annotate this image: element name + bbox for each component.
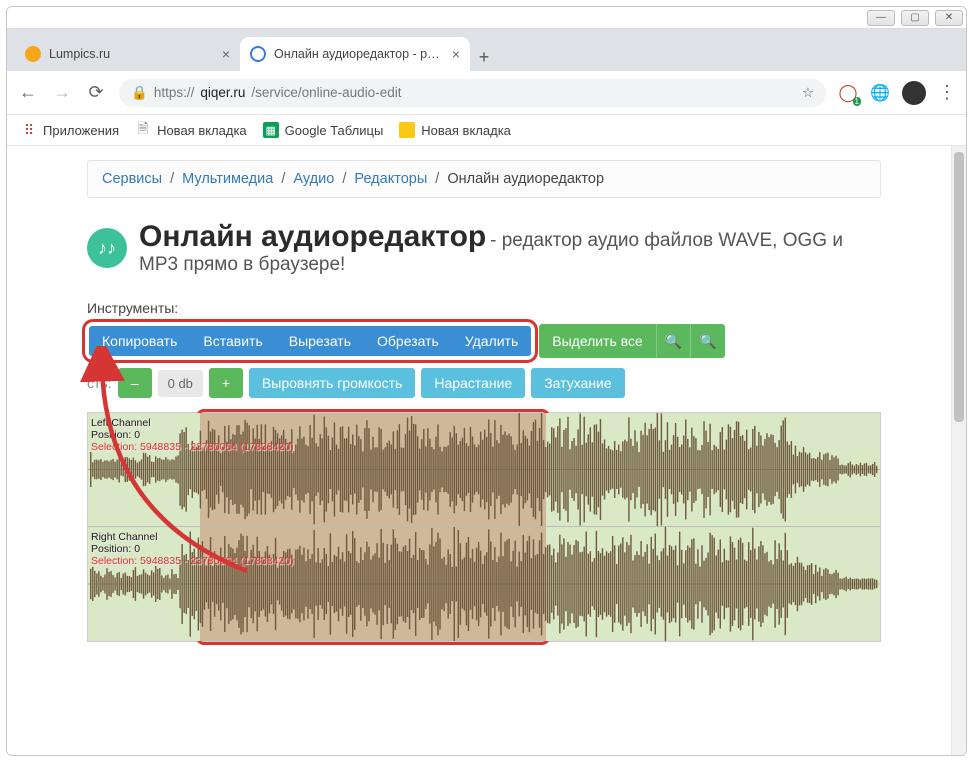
bookmark-apps[interactable]: ⠿ Приложения: [21, 122, 119, 138]
doc-icon: 🗎: [135, 122, 151, 138]
breadcrumb-link[interactable]: Сервисы: [102, 171, 162, 187]
favicon-icon: [25, 46, 41, 62]
tab-audio-editor[interactable]: Онлайн аудиоредактор - редак ×: [240, 37, 470, 71]
zoom-in-button[interactable]: 🔍: [657, 324, 691, 358]
breadcrumb-link[interactable]: Редакторы: [354, 171, 427, 187]
page-heading: ♪♪ Онлайн аудиоредактор - редактор аудио…: [87, 220, 881, 276]
bookmark-label: Google Таблицы: [285, 123, 384, 138]
volume-db-display: 0 db: [158, 370, 203, 397]
bookmark-label: Приложения: [43, 123, 119, 138]
annotation-highlight-box: Копировать Вставить Вырезать Обрезать Уд…: [87, 324, 533, 358]
tab-strip: Lumpics.ru × Онлайн аудиоредактор - реда…: [7, 29, 966, 71]
url-host: qiqer.ru: [200, 85, 245, 100]
bookmark-label: Новая вкладка: [157, 123, 247, 138]
delete-button[interactable]: Удалить: [452, 326, 531, 356]
edit-toolbar: Копировать Вставить Вырезать Обрезать Уд…: [87, 324, 881, 358]
bookmark-sheets[interactable]: ▦ Google Таблицы: [263, 122, 384, 138]
breadcrumb-current: Онлайн аудиоредактор: [447, 171, 604, 187]
waveform-right-channel[interactable]: Right Channel Position: 0 Selection: 594…: [88, 527, 880, 641]
translate-icon[interactable]: 🌐: [870, 83, 890, 103]
back-button[interactable]: ←: [17, 82, 39, 103]
zoom-in-icon: 🔍: [665, 333, 682, 349]
waveform-container[interactable]: Left Channel Position: 0 Selection: 5948…: [87, 412, 881, 642]
volume-down-button[interactable]: –: [118, 368, 152, 398]
music-icon: ♪♪: [87, 228, 127, 268]
breadcrumb-link[interactable]: Аудио: [293, 171, 334, 187]
channel-info-left: Left Channel Position: 0 Selection: 5948…: [91, 417, 294, 453]
favicon-icon: [250, 46, 266, 62]
reload-button[interactable]: ⟳: [85, 82, 107, 103]
scrollbar[interactable]: [951, 146, 966, 755]
bookmark-new-tab[interactable]: 🗎 Новая вкладка: [135, 122, 247, 138]
titlebar: — ▢ ✕: [7, 7, 966, 29]
tab-title: Lumpics.ru: [49, 47, 214, 61]
scrollbar-thumb[interactable]: [954, 152, 964, 422]
fade-in-button[interactable]: Нарастание: [421, 368, 525, 398]
profile-avatar[interactable]: [902, 81, 926, 105]
yellow-icon: [399, 122, 415, 138]
extension-icon[interactable]: ◯1: [838, 83, 858, 103]
channel-info-right: Right Channel Position: 0 Selection: 594…: [91, 531, 294, 567]
new-tab-button[interactable]: +: [470, 43, 498, 71]
minimize-button[interactable]: —: [867, 10, 895, 26]
select-all-button[interactable]: Выделить все: [539, 324, 657, 358]
normalize-button[interactable]: Выровнять громкость: [249, 368, 415, 398]
bookmark-label: Новая вкладка: [421, 123, 511, 138]
browser-menu-button[interactable]: ⋮: [938, 82, 956, 103]
paste-button[interactable]: Вставить: [190, 326, 275, 356]
breadcrumb: Сервисы / Мультимедиа / Аудио / Редактор…: [87, 160, 881, 198]
breadcrumb-link[interactable]: Мультимедиа: [182, 171, 273, 187]
bookmark-star-icon[interactable]: ☆: [802, 85, 814, 101]
page-viewport: Сервисы / Мультимедиа / Аудио / Редактор…: [7, 146, 966, 755]
address-bar[interactable]: 🔒 https:// qiqer.ru/service/online-audio-…: [119, 79, 826, 107]
bookmarks-bar: ⠿ Приложения 🗎 Новая вкладка ▦ Google Та…: [7, 115, 966, 146]
tab-close-icon[interactable]: ×: [452, 46, 460, 62]
tools-label: Инструменты:: [87, 300, 881, 316]
tab-close-icon[interactable]: ×: [222, 46, 230, 62]
tab-lumpics[interactable]: Lumpics.ru ×: [15, 37, 240, 71]
sheets-icon: ▦: [263, 122, 279, 138]
zoom-out-icon: 🔍: [699, 333, 716, 349]
zoom-out-button[interactable]: 🔍: [691, 324, 725, 358]
volume-toolbar: сть: – 0 db + Выровнять громкость Нараст…: [87, 368, 881, 398]
tab-title: Онлайн аудиоредактор - редак: [274, 47, 444, 61]
url-path: /service/online-audio-edit: [251, 85, 401, 100]
copy-button[interactable]: Копировать: [89, 326, 190, 356]
lock-icon: 🔒: [131, 85, 148, 101]
close-window-button[interactable]: ✕: [935, 10, 963, 26]
page-title: Онлайн аудиоредактор: [139, 220, 486, 253]
crop-button[interactable]: Обрезать: [364, 326, 452, 356]
address-toolbar: ← → ⟳ 🔒 https:// qiqer.ru/service/online-…: [7, 71, 966, 115]
maximize-button[interactable]: ▢: [901, 10, 929, 26]
volume-up-button[interactable]: +: [209, 368, 243, 398]
bookmark-new-tab-2[interactable]: Новая вкладка: [399, 122, 511, 138]
forward-button[interactable]: →: [51, 82, 73, 103]
url-scheme: https://: [154, 85, 195, 100]
waveform-left-channel[interactable]: Left Channel Position: 0 Selection: 5948…: [88, 413, 880, 527]
cut-button[interactable]: Вырезать: [276, 326, 364, 356]
volume-label-clipped: сть:: [87, 375, 112, 391]
apps-icon: ⠿: [21, 122, 37, 138]
fade-out-button[interactable]: Затухание: [531, 368, 624, 398]
